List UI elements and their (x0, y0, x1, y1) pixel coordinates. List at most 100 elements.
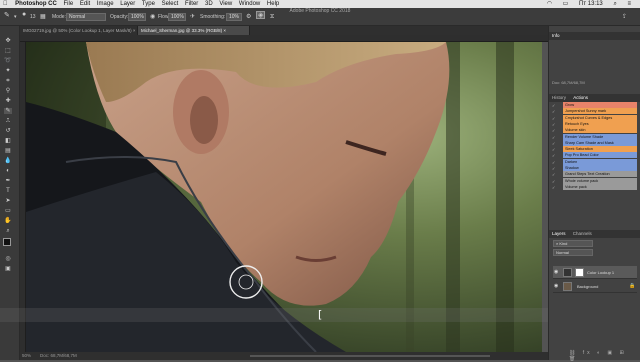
action-toggle-icon[interactable]: ✓ (552, 147, 555, 152)
pressure-size-icon[interactable]: ◈ (256, 11, 266, 19)
action-item[interactable]: Grow (563, 102, 637, 108)
layer-name[interactable]: Background (577, 280, 598, 293)
visibility-eye-icon[interactable]: ◉ (554, 266, 558, 279)
mask-thumbnail[interactable] (575, 268, 584, 277)
menu-app-name[interactable]: Photoshop CC (15, 0, 57, 8)
action-toggle-icon[interactable]: ✓ (552, 116, 555, 121)
menu-edit[interactable]: Edit (80, 0, 90, 8)
lasso-tool-icon[interactable]: ➰ (4, 58, 12, 64)
dodge-tool-icon[interactable]: ◐ (4, 168, 12, 174)
chevron-down-icon[interactable]: ▾ (14, 13, 17, 21)
quick-mask-icon[interactable]: ◎ (4, 256, 12, 262)
action-item[interactable]: Sleek Saturation (563, 146, 637, 153)
brush-size-preset-icon[interactable]: ● (22, 11, 26, 19)
symmetry-icon[interactable]: ⧖ (270, 13, 274, 21)
search-icon[interactable]: ⌕ (613, 0, 616, 8)
blur-tool-icon[interactable]: 💧 (4, 158, 12, 164)
action-toggle-icon[interactable]: ✓ (552, 153, 555, 158)
tab-actions[interactable]: Actions (573, 94, 588, 102)
crop-tool-icon[interactable]: ⌗ (4, 78, 12, 84)
action-toggle-icon[interactable]: ✓ (552, 109, 555, 114)
tab-layers[interactable]: Layers (552, 230, 566, 238)
menu-select[interactable]: Select (162, 0, 179, 8)
tab-channels[interactable]: Channels (573, 230, 592, 238)
smoothing-settings-icon[interactable]: ⚙ (246, 13, 251, 21)
healing-brush-tool-icon[interactable]: ✚ (4, 98, 12, 104)
brush-tool-icon[interactable]: ✎ (4, 12, 10, 20)
action-item[interactable]: Shadow (563, 165, 637, 171)
action-toggle-icon[interactable]: ✓ (552, 135, 555, 140)
action-item[interactable]: Jumpershot Sunny mark (563, 108, 637, 115)
menu-view[interactable]: View (219, 0, 232, 8)
zoom-tool-icon[interactable]: ⌕ (4, 228, 12, 234)
menu-list-icon[interactable]: ≡ (627, 0, 631, 8)
menu-help[interactable]: Help (267, 0, 279, 8)
action-toggle-icon[interactable]: ✓ (552, 103, 555, 108)
menubar-clock[interactable]: Пт 13:13 (579, 0, 603, 8)
battery-icon[interactable]: ▭ (563, 0, 569, 8)
quick-select-tool-icon[interactable]: ✦ (4, 68, 12, 74)
action-item[interactable]: Retouch Eyes (563, 120, 637, 127)
blend-mode-select[interactable]: Normal (553, 249, 593, 256)
menu-file[interactable]: File (64, 0, 74, 8)
clone-stamp-tool-icon[interactable]: ⎍ (4, 118, 12, 124)
share-icon[interactable]: ⇪ (622, 13, 627, 21)
action-item[interactable]: Darken (563, 158, 637, 165)
action-item[interactable]: Sharp Cam Shade and Mask (563, 139, 637, 146)
pen-tool-icon[interactable]: ✒ (4, 178, 12, 184)
action-item[interactable]: Whole volume pack (563, 177, 637, 184)
menu-3d[interactable]: 3D (205, 0, 213, 8)
action-item[interactable]: Grand Steps Text Creation (563, 171, 637, 178)
menu-layer[interactable]: Layer (120, 0, 135, 8)
document-canvas[interactable] (26, 42, 542, 352)
action-item[interactable]: Render Volume Shade (563, 133, 637, 140)
pressure-opacity-icon[interactable]: ◉ (150, 13, 155, 21)
tab-michael-sherman[interactable]: Michael_Sherman.jpg @ 33.3% (RGB/8) × (138, 26, 250, 35)
type-tool-icon[interactable]: T (4, 188, 12, 194)
action-item[interactable]: Cmykzshot Curves & Edges (563, 114, 637, 121)
opacity-field[interactable]: 100% (128, 13, 146, 21)
layer-row[interactable]: ◉ Background 🔒 (553, 280, 637, 293)
flow-field[interactable]: 100% (168, 13, 186, 21)
smoothing-field[interactable]: 10% (226, 13, 242, 21)
menu-window[interactable]: Window (239, 0, 260, 8)
tab-info[interactable]: Info (552, 32, 560, 40)
action-toggle-icon[interactable]: ✓ (552, 122, 555, 127)
action-item[interactable]: Volume pack (563, 183, 637, 190)
rectangle-tool-icon[interactable]: ▭ (4, 208, 12, 214)
move-tool-icon[interactable]: ✥ (4, 38, 12, 44)
menu-image[interactable]: Image (97, 0, 114, 8)
layer-name[interactable]: Color Lookup 1 (587, 266, 614, 279)
hand-tool-icon[interactable]: ✋ (4, 218, 12, 224)
gradient-tool-icon[interactable]: ▤ (4, 148, 12, 154)
eraser-tool-icon[interactable]: ◧ (4, 138, 12, 144)
action-toggle-icon[interactable]: ✓ (552, 160, 555, 165)
screen-mode-icon[interactable]: ▣ (4, 266, 12, 272)
horizontal-scrollbar[interactable] (250, 355, 490, 357)
foreground-color-swatch[interactable] (3, 238, 11, 246)
action-toggle-icon[interactable]: ✓ (552, 166, 555, 171)
action-toggle-icon[interactable]: ✓ (552, 128, 555, 133)
apple-menu-icon[interactable]:  (3, 0, 8, 8)
wifi-icon[interactable]: ◠ (547, 0, 552, 8)
action-toggle-icon[interactable]: ✓ (552, 172, 555, 177)
tab-img02719[interactable]: IMG02719.jpg @ 50% (Color Lookup 1, Laye… (20, 26, 138, 35)
mode-select[interactable]: Normal (66, 13, 106, 21)
brush-settings-icon[interactable]: ▦ (40, 13, 46, 21)
history-brush-tool-icon[interactable]: ↺ (4, 128, 12, 134)
action-item[interactable]: Volume skin (563, 127, 637, 134)
zoom-level[interactable]: 50% (22, 352, 31, 360)
path-selection-tool-icon[interactable]: ➤ (4, 198, 12, 204)
action-toggle-icon[interactable]: ✓ (552, 141, 555, 146)
tab-history[interactable]: History (552, 94, 566, 102)
action-item[interactable]: Pop Pro Bead Color (563, 152, 637, 159)
airbrush-icon[interactable]: ✈ (190, 13, 195, 21)
action-toggle-icon[interactable]: ✓ (552, 179, 555, 184)
brush-tool-icon[interactable]: ✎ (4, 108, 12, 114)
marquee-tool-icon[interactable]: ⬚ (4, 48, 12, 54)
visibility-eye-icon[interactable]: ◉ (554, 280, 558, 293)
layers-footer-icons[interactable]: ⛓ fx ◐ ▣ ⊞ 🗑 (569, 350, 640, 362)
menu-filter[interactable]: Filter (185, 0, 198, 8)
menu-type[interactable]: Type (142, 0, 155, 8)
layer-row[interactable]: ◉ Color Lookup 1 (553, 266, 637, 279)
